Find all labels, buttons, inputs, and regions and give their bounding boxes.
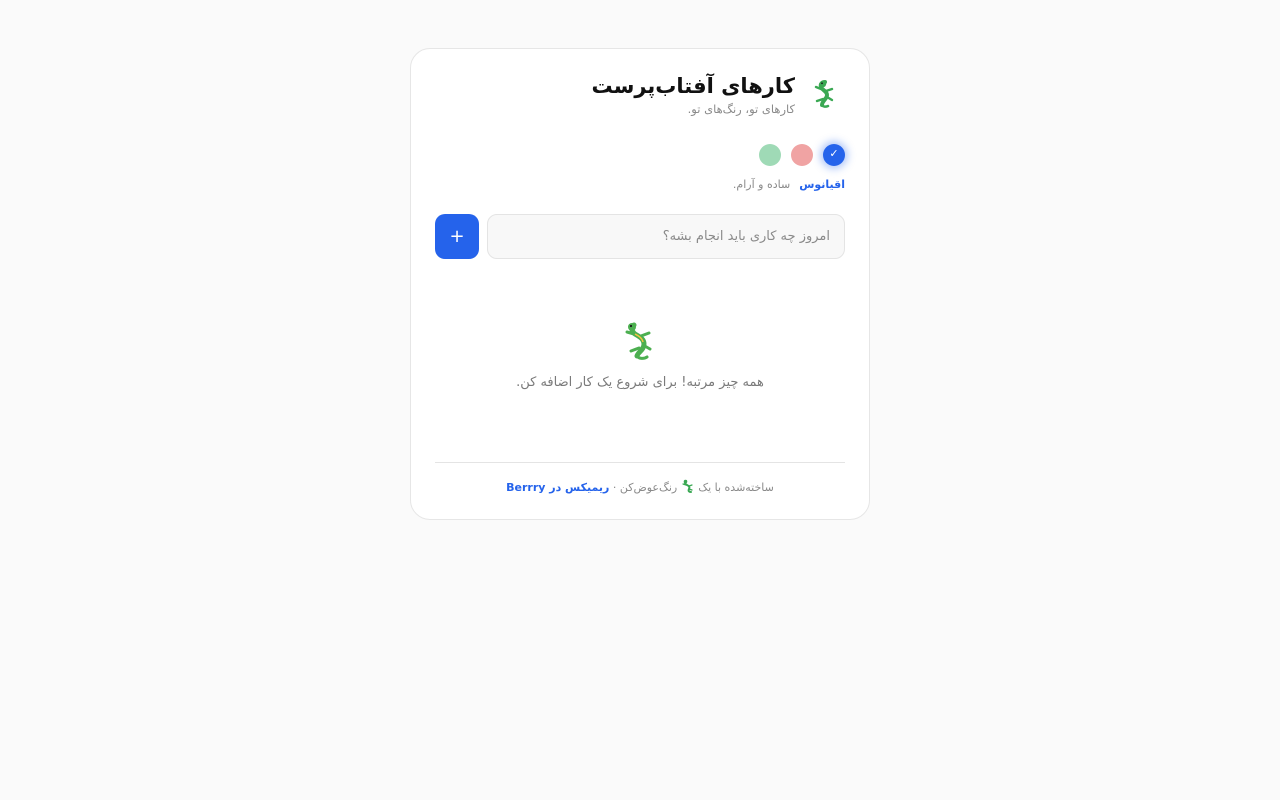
footer-suffix: رنگ‌عوض‌کن · <box>612 481 678 494</box>
task-input-row: + <box>435 214 845 259</box>
check-icon: ✓ <box>829 146 839 160</box>
header: کارهای آفتاب‌پرست کارهای تو، رنگ‌های تو. <box>591 71 841 116</box>
remix-link[interactable]: ریمیکس در Berrry <box>506 481 609 494</box>
lizard-icon <box>622 321 658 361</box>
add-task-button[interactable]: + <box>435 214 479 259</box>
theme-swatches: ✓ <box>759 144 845 166</box>
theme-swatch-ocean[interactable]: ✓ <box>823 144 845 166</box>
theme-name: اقیانوس <box>799 178 845 191</box>
theme-swatch-rose[interactable] <box>791 144 813 166</box>
footer-divider <box>435 462 845 463</box>
lizard-icon <box>681 479 695 493</box>
footer-prefix: ساخته‌شده با یک <box>698 481 774 494</box>
page-subtitle: کارهای تو، رنگ‌های تو. <box>687 102 795 116</box>
theme-description: ساده و آرام. <box>732 178 791 191</box>
theme-info: اقیانوس ساده و آرام. <box>733 178 845 191</box>
todo-card: کارهای آفتاب‌پرست کارهای تو، رنگ‌های تو.… <box>410 48 870 520</box>
theme-swatch-mint[interactable] <box>759 144 781 166</box>
task-input[interactable] <box>487 214 845 259</box>
title-block: کارهای آفتاب‌پرست کارهای تو، رنگ‌های تو. <box>591 71 795 116</box>
lizard-icon <box>809 74 841 114</box>
footer: ساخته‌شده با یک رنگ‌عوض‌کن · ریمیکس در B… <box>411 479 869 494</box>
empty-state: همه چیز مرتبه! برای شروع یک کار اضافه کن… <box>411 321 869 390</box>
empty-message: همه چیز مرتبه! برای شروع یک کار اضافه کن… <box>516 375 764 390</box>
page-title: کارهای آفتاب‌پرست <box>591 74 795 98</box>
